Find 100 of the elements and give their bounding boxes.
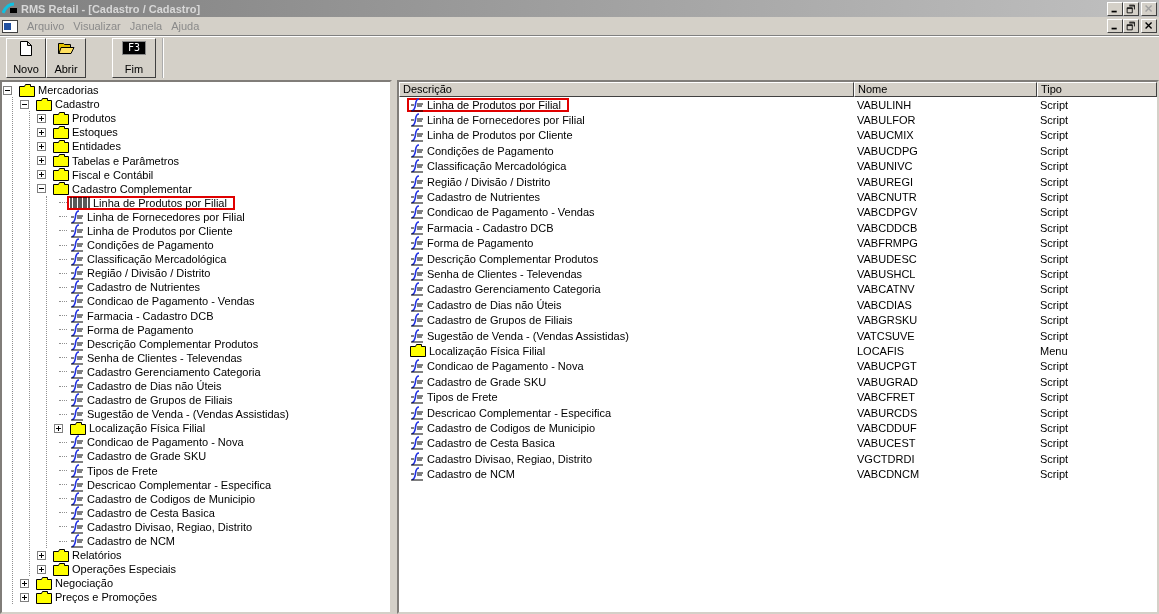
table-cell[interactable]: Região / Divisão / Distrito (427, 175, 551, 188)
table-cell[interactable]: Cadastro de Grupos de Filiais (427, 314, 573, 327)
expand-icon[interactable] (37, 564, 46, 574)
tree-item[interactable]: Negociação (55, 577, 114, 590)
close-icon[interactable] (1141, 1, 1157, 16)
table-cell[interactable]: Linha de Produtos por Filial (427, 98, 561, 111)
table-cell[interactable]: Cadastro de Cesta Basica (427, 437, 555, 450)
table-cell-text: Script (1039, 252, 1070, 265)
table-cell-text: Script (1039, 360, 1070, 373)
script-icon (410, 467, 424, 482)
tree-item[interactable]: Linha de Produtos por Filial (93, 196, 227, 209)
script-icon (70, 449, 84, 464)
expand-icon[interactable] (37, 156, 46, 165)
toolbar-button[interactable]: Novo (6, 38, 46, 78)
expand-icon[interactable] (37, 113, 46, 123)
tree-item[interactable]: Tabelas e Parâmetros (72, 154, 179, 167)
column-header[interactable]: Tipo (1037, 82, 1157, 97)
collapse-icon[interactable] (3, 85, 12, 95)
tree-item[interactable]: Cadastro de NCM (87, 535, 176, 548)
table-cell[interactable]: Cadastro Divisao, Regiao, Distrito (427, 452, 593, 465)
tree-item[interactable]: Fiscal e Contábil (72, 168, 154, 181)
expand-icon[interactable] (37, 141, 46, 151)
close-icon[interactable] (1141, 19, 1157, 33)
tree-item[interactable]: Classificação Mercadológica (87, 253, 227, 266)
table-cell[interactable]: Cadastro Gerenciamento Categoria (427, 283, 601, 296)
tree-item[interactable]: Cadastro Complementar (72, 182, 192, 195)
script-icon (410, 405, 424, 420)
table-cell[interactable]: Cadastro de NCM (427, 468, 516, 481)
script-icon (70, 407, 84, 422)
tree-item[interactable]: Região / Divisão / Distrito (87, 267, 211, 280)
tree-item[interactable]: Mercadorias (38, 84, 99, 97)
collapse-icon[interactable] (37, 184, 46, 194)
table-cell[interactable]: Forma de Pagamento (427, 237, 534, 250)
toolbar-button[interactable]: F3 Fim (112, 38, 156, 78)
script-icon (410, 390, 424, 405)
tree-item[interactable]: Cadastro de Dias não Úteis (87, 380, 222, 392)
column-header[interactable]: Nome (854, 82, 1037, 97)
tree-item[interactable]: Operações Especiais (72, 563, 176, 576)
tree-item[interactable]: Estoques (72, 126, 118, 139)
table-cell[interactable]: Localização Física Filial (429, 344, 546, 357)
minimize-icon[interactable] (1107, 19, 1123, 33)
tree-item[interactable]: Condicao de Pagamento - Nova (87, 436, 244, 449)
tree-item[interactable]: Produtos (72, 112, 117, 125)
table-cell[interactable]: Condições de Pagamento (427, 144, 554, 157)
expand-icon[interactable] (20, 578, 29, 588)
expand-icon[interactable] (54, 423, 63, 433)
table-cell-text: VABUSHCL (856, 268, 917, 280)
tree-item[interactable]: Tipos de Frete (87, 464, 158, 477)
tree-item[interactable]: Cadastro Gerenciamento Categoria (87, 365, 261, 378)
tree-item[interactable]: Cadastro (55, 98, 100, 111)
table-cell[interactable]: Cadastro de Dias não Úteis (427, 298, 562, 311)
document-window-icon[interactable] (2, 19, 18, 33)
tree-item[interactable]: Condições de Pagamento (87, 239, 214, 252)
tree-item[interactable]: Linha de Produtos por Cliente (87, 225, 233, 237)
tree-item[interactable]: Descricao Complementar - Especifica (87, 478, 271, 491)
tree-item[interactable]: Linha de Fornecedores por Filial (87, 210, 245, 223)
expand-icon[interactable] (37, 550, 46, 560)
tree-item[interactable]: Cadastro de Codigos de Municipio (87, 492, 256, 505)
script-icon (70, 379, 84, 393)
table-cell[interactable]: Sugestão de Venda - (Vendas Assistidas) (427, 329, 629, 342)
table-cell[interactable]: Cadastro de Grade SKU (427, 375, 547, 388)
tree-item[interactable]: Forma de Pagamento (87, 323, 194, 336)
tree-item[interactable]: Cadastro de Grupos de Filiais (87, 394, 233, 407)
tree-item[interactable]: Senha de Clientes - Televendas (87, 351, 243, 364)
table-cell[interactable]: Descrição Complementar Produtos (427, 252, 599, 265)
tree-item[interactable]: Localização Física Filial (89, 422, 206, 435)
table-cell[interactable]: Linha de Produtos por Cliente (427, 129, 573, 142)
restore-icon[interactable] (1123, 19, 1139, 33)
table-cell[interactable]: Condicao de Pagamento - Vendas (427, 206, 595, 219)
tree-item[interactable]: Cadastro de Grade SKU (87, 450, 207, 463)
table-cell[interactable]: Tipos de Frete (427, 391, 498, 404)
table-cell[interactable]: Farmacia - Cadastro DCB (427, 221, 554, 234)
tree-item[interactable]: Condicao de Pagamento - Vendas (87, 295, 255, 308)
table-cell-text: Script (1039, 175, 1070, 188)
toolbar-button[interactable]: Abrir (46, 38, 86, 78)
restore-icon[interactable] (1123, 1, 1139, 16)
table-cell-text: Script (1039, 391, 1070, 404)
tree-item[interactable]: Farmacia - Cadastro DCB (87, 309, 214, 322)
expand-icon[interactable] (37, 170, 46, 180)
collapse-icon[interactable] (20, 99, 29, 109)
tree-item[interactable]: Descrição Complementar Produtos (87, 337, 259, 350)
table-cell[interactable]: Descricao Complementar - Especifica (427, 406, 611, 419)
tree-item[interactable]: Cadastro Divisao, Regiao, Distrito (87, 520, 253, 533)
table-cell-text: VABUCEST (856, 437, 917, 450)
tree-item[interactable]: Entidades (72, 140, 121, 153)
tree-item[interactable]: Cadastro de Cesta Basica (87, 506, 215, 519)
table-cell[interactable]: Senha de Clientes - Televendas (427, 268, 583, 280)
column-header[interactable]: Descrição (399, 82, 854, 97)
tree-item[interactable]: Preços e Promoções (55, 591, 158, 604)
tree-item[interactable]: Cadastro de Nutrientes (87, 281, 201, 294)
table-cell[interactable]: Condicao de Pagamento - Nova (427, 360, 584, 373)
table-cell[interactable]: Cadastro de Codigos de Municipio (427, 421, 596, 434)
expand-icon[interactable] (37, 127, 46, 137)
table-cell[interactable]: Linha de Fornecedores por Filial (427, 114, 585, 127)
tree-item[interactable]: Sugestão de Venda - (Vendas Assistidas) (87, 408, 289, 421)
table-cell[interactable]: Classificação Mercadológica (427, 160, 567, 173)
table-cell[interactable]: Cadastro de Nutrientes (427, 191, 541, 204)
expand-icon[interactable] (20, 592, 29, 602)
minimize-icon[interactable] (1107, 1, 1123, 16)
tree-item[interactable]: Relatórios (72, 549, 122, 562)
